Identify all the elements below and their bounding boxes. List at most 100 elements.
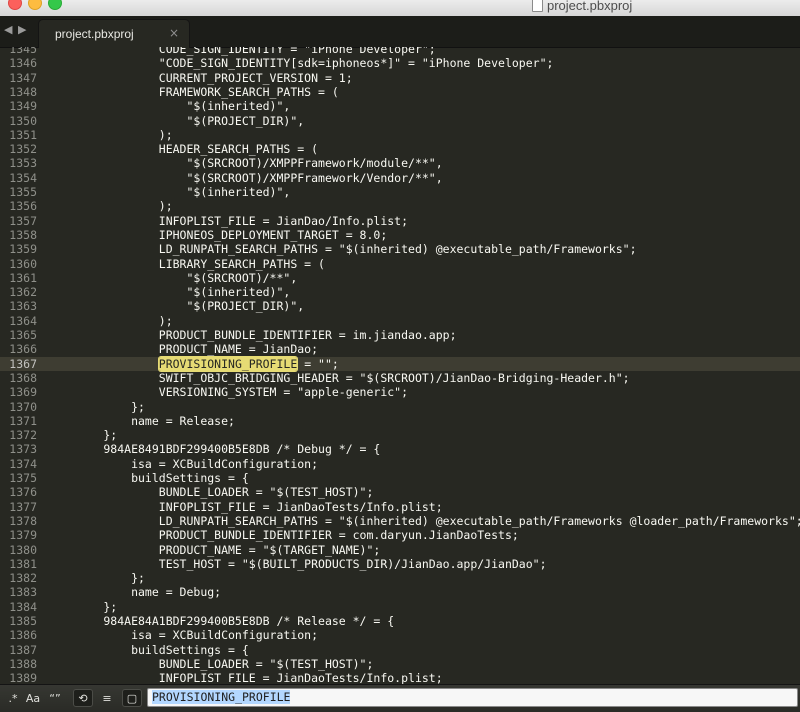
code-line[interactable]: FRAMEWORK_SEARCH_PATHS = ( [48,85,339,99]
line-number: 1389 [9,671,37,684]
code-line[interactable]: buildSettings = { [48,471,249,485]
code-line[interactable]: "$(inherited)", [48,285,290,299]
line-number: 1366 [9,342,37,357]
code-line[interactable]: PRODUCT_NAME = "$(TARGET_NAME)"; [48,543,381,557]
code-line[interactable]: PRODUCT_NAME = JianDao; [48,342,318,356]
code-line[interactable]: "$(PROJECT_DIR)", [48,114,304,128]
line-number: 1360 [9,256,37,271]
tab-close-icon[interactable]: × [169,26,179,40]
line-number: 1372 [9,428,37,443]
line-number: 1384 [9,599,37,614]
window-title: project.pbxproj [532,0,632,13]
tab-label: project.pbxproj [55,27,134,41]
line-number: 1363 [9,299,37,314]
code-line[interactable]: VERSIONING_SYSTEM = "apple-generic"; [48,385,408,399]
line-number: 1364 [9,313,37,328]
window-title-text: project.pbxproj [547,0,633,13]
code-line[interactable]: }; [48,600,117,614]
line-number: 1365 [9,328,37,342]
code-line[interactable]: }; [48,571,145,585]
line-number: 1369 [9,385,37,400]
code-line[interactable]: BUNDLE_LOADER = "$(TEST_HOST)"; [48,657,374,671]
code-line[interactable]: LD_RUNPATH_SEARCH_PATHS = "$(inherited) … [48,242,637,256]
line-number: 1382 [9,571,37,586]
code-line[interactable]: PRODUCT_BUNDLE_IDENTIFIER = im.jiandao.a… [48,328,457,342]
line-number-gutter: 1345 1346 1347 1348 1349 1350 1351 1352 1353 1354… [0,47,48,684]
close-window-button[interactable] [8,0,22,10]
line-number: 1351 [9,127,37,142]
code-line[interactable]: buildSettings = { [48,643,249,657]
line-number: 1358 [9,227,37,242]
code-line[interactable]: "$(SRCROOT)/**", [48,271,297,285]
code-line[interactable]: INFOPLIST_FILE = JianDaoTests/Info.plist… [48,500,443,514]
code-area[interactable]: CODE_SIGN_IDENTITY = "iPhone Developer";… [48,47,800,684]
tab-project-pbxproj[interactable]: project.pbxproj × [38,19,190,48]
code-line[interactable]: IPHONEOS_DEPLOYMENT_TARGET = 8.0; [48,228,388,242]
line-number: 1385 [9,614,37,628]
code-line[interactable]: INFOPLIST_FILE = JianDao/Info.plist; [48,214,408,228]
code-line[interactable]: name = Debug; [48,585,221,599]
code-line[interactable]: LIBRARY_SEARCH_PATHS = ( [48,257,325,271]
code-line[interactable]: isa = XCBuildConfiguration; [48,628,318,642]
line-number: 1347 [9,70,37,85]
line-number: 1378 [9,513,37,528]
code-line[interactable]: CURRENT_PROJECT_VERSION = 1; [48,71,353,85]
line-number: 1362 [9,285,37,300]
line-number: 1353 [9,156,37,171]
code-line[interactable]: INFOPLIST_FILE = JianDaoTests/Info.plist… [48,671,443,684]
whole-word-toggle-icon[interactable]: “” [45,689,65,707]
line-number: 1368 [9,370,37,385]
code-line[interactable]: }; [48,428,117,442]
code-line[interactable]: "$(SRCROOT)/XMPPFramework/Vendor/**", [48,171,442,185]
regex-toggle-icon[interactable]: .* [3,689,23,707]
window-titlebar: project.pbxproj [0,0,800,17]
line-number: 1355 [9,185,37,199]
code-line[interactable]: PRODUCT_BUNDLE_IDENTIFIER = com.daryun.J… [48,528,519,542]
case-sensitive-toggle-icon[interactable]: Aa [23,689,43,707]
find-query-text: PROVISIONING_PROFILE [152,690,291,704]
code-line[interactable]: ); [48,128,173,142]
wrap-toggle-icon[interactable]: ⟲ [73,689,93,707]
line-number: 1346 [9,56,37,71]
code-line[interactable]: PROVISIONING_PROFILE = ""; [48,356,339,371]
line-number: 1374 [9,456,37,471]
code-line[interactable]: }; [48,400,145,414]
line-number: 1381 [9,556,37,571]
code-editor[interactable]: 1345 1346 1347 1348 1349 1350 1351 1352 1353 1354… [0,47,800,684]
line-number: 1377 [9,499,37,514]
line-number: 1383 [9,585,37,600]
code-line[interactable]: CODE_SIGN_IDENTITY = "iPhone Developer"; [48,47,436,56]
line-number: 1386 [9,628,37,643]
code-line[interactable]: LD_RUNPATH_SEARCH_PATHS = "$(inherited) … [48,514,800,528]
code-line[interactable]: "$(inherited)", [48,99,290,113]
code-line[interactable]: ); [48,199,173,213]
code-line[interactable]: "$(PROJECT_DIR)", [48,299,304,313]
code-line[interactable]: "CODE_SIGN_IDENTITY[sdk=iphoneos*]" = "i… [48,56,554,70]
code-line[interactable]: isa = XCBuildConfiguration; [48,457,318,471]
highlight-matches-toggle-icon[interactable]: ▢ [122,689,142,707]
line-number: 1379 [9,528,37,543]
zoom-window-button[interactable] [48,0,62,10]
code-line[interactable]: TEST_HOST = "$(BUILT_PRODUCTS_DIR)/JianD… [48,557,547,571]
line-number: 1350 [9,113,37,128]
forward-arrow-icon[interactable]: ▶ [18,23,26,36]
code-line[interactable]: HEADER_SEARCH_PATHS = ( [48,142,318,156]
code-line[interactable]: "$(SRCROOT)/XMPPFramework/module/**", [48,156,442,170]
tab-bar: ◀ ▶ project.pbxproj × [0,16,800,48]
line-number: 1373 [9,442,37,457]
code-line[interactable]: SWIFT_OBJC_BRIDGING_HEADER = "$(SRCROOT)… [48,371,630,385]
code-line[interactable]: "$(inherited)", [48,185,290,199]
code-line[interactable]: 984AE84A1BDF299400B5E8DB /* Release */ =… [48,614,394,628]
code-line[interactable]: BUNDLE_LOADER = "$(TEST_HOST)"; [48,485,374,499]
minimize-window-button[interactable] [28,0,42,10]
find-input[interactable]: PROVISIONING_PROFILE [147,688,798,707]
code-line[interactable]: name = Release; [48,414,235,428]
line-number: 1376 [9,485,37,500]
back-arrow-icon[interactable]: ◀ [4,23,12,36]
search-match-highlight: PROVISIONING_PROFILE [158,356,298,371]
in-selection-toggle-icon[interactable]: ≡ [97,689,117,707]
code-line[interactable]: 984AE8491BDF299400B5E8DB /* Debug */ = { [48,442,380,456]
code-line[interactable]: ); [48,314,173,328]
line-number: 1356 [9,199,37,214]
